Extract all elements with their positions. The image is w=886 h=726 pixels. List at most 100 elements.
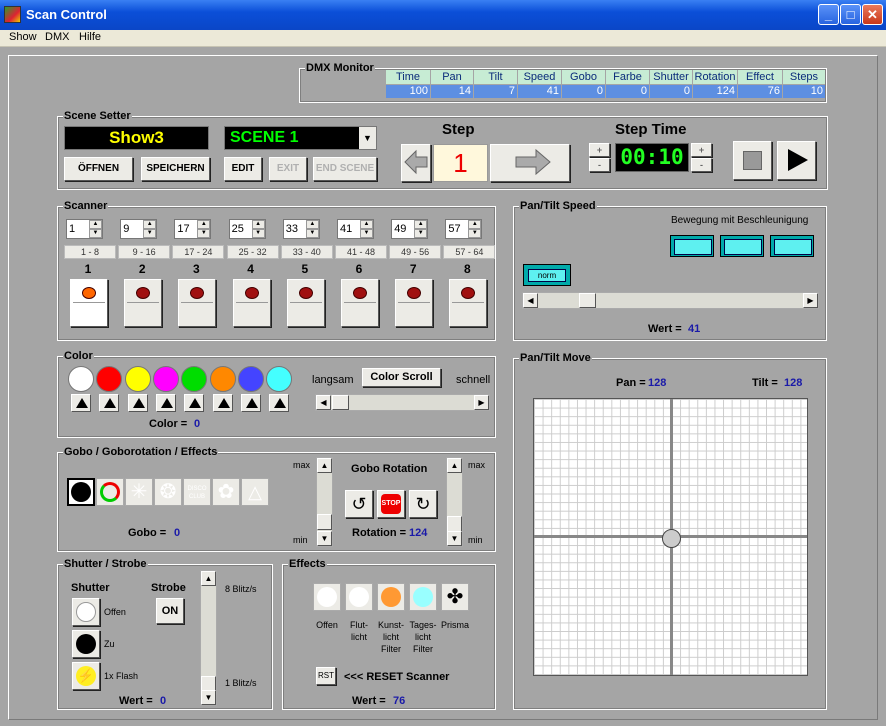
maximize-button[interactable]: □	[840, 4, 861, 25]
scroll-left-icon[interactable]: ◀	[316, 395, 331, 410]
color-triangle-button[interactable]	[212, 394, 233, 412]
scanner-channel-spinner[interactable]: 17 ▲ ▼	[174, 219, 212, 239]
step-prev-button[interactable]	[401, 144, 431, 182]
title-bar[interactable]: Scan Control _ □ ✕	[0, 0, 886, 30]
edit-button[interactable]: EDIT	[224, 157, 262, 181]
scanner-channel-spinner[interactable]: 41 ▲ ▼	[337, 219, 374, 239]
effect-prism-button[interactable]: ✤	[441, 583, 469, 611]
spin-up-icon[interactable]: ▲	[414, 220, 428, 229]
rotation-stop-button[interactable]: STOP	[377, 490, 405, 518]
chevron-down-icon[interactable]: ▼	[359, 127, 376, 149]
effect-open-button[interactable]	[313, 583, 341, 611]
step-next-button[interactable]	[490, 144, 570, 182]
spin-down-icon[interactable]: ▼	[143, 229, 157, 238]
gobo-swirl-icon[interactable]: ❂	[154, 478, 182, 506]
scanner-channel-spinner[interactable]: 33 ▲ ▼	[282, 219, 320, 239]
color-triangle-button[interactable]	[99, 394, 120, 412]
open-button[interactable]: ÖFFNEN	[64, 157, 133, 181]
spin-down-icon[interactable]: ▼	[468, 229, 482, 238]
gobo-disco-icon[interactable]: DISCO CLUB	[183, 478, 211, 506]
color-triangle-button[interactable]	[240, 394, 261, 412]
color-scroll-button[interactable]: Color Scroll	[362, 368, 441, 387]
scroll-left-icon[interactable]: ◀	[523, 293, 538, 308]
color-swatch[interactable]	[152, 366, 179, 392]
scanner-select-button[interactable]	[449, 279, 488, 327]
minimize-button[interactable]: _	[818, 4, 839, 25]
spin-up-icon[interactable]: ▲	[251, 220, 265, 229]
pan-tilt-grid[interactable]	[533, 398, 808, 676]
effect-floodlight-button[interactable]	[345, 583, 373, 611]
effect-artificial-light-button[interactable]	[377, 583, 405, 611]
stop-button[interactable]	[733, 141, 772, 180]
shutter-open-button[interactable]	[72, 598, 100, 626]
spin-down-icon[interactable]: ▼	[414, 229, 428, 238]
scene-select[interactable]: SCENE 1 ▼	[224, 126, 377, 150]
color-triangle-button[interactable]	[155, 394, 176, 412]
rotate-left-button[interactable]: ↺	[345, 490, 373, 518]
rotation-scrollbar[interactable]: ▲ ▼	[446, 457, 463, 547]
spin-up-icon[interactable]: ▲	[89, 220, 102, 229]
color-swatch[interactable]	[124, 366, 151, 392]
strobe-on-button[interactable]: ON	[156, 598, 184, 624]
gobo-open-icon[interactable]	[67, 478, 95, 506]
exit-button[interactable]: EXIT	[269, 157, 307, 181]
scanner-select-button[interactable]	[395, 279, 434, 327]
scroll-up-icon[interactable]: ▲	[201, 571, 216, 586]
spin-up-icon[interactable]: ▲	[468, 220, 482, 229]
scanner-channel-spinner[interactable]: 57 ▲ ▼	[445, 219, 483, 239]
scroll-right-icon[interactable]: ▶	[803, 293, 818, 308]
spin-up-icon[interactable]: ▲	[197, 220, 211, 229]
time-plus-right[interactable]: +	[691, 143, 712, 157]
scanner-select-button[interactable]	[70, 279, 108, 327]
pan-tilt-cursor[interactable]	[662, 528, 682, 548]
scroll-down-icon[interactable]: ▼	[317, 531, 332, 546]
accel-curve-1-button[interactable]	[670, 235, 714, 257]
color-triangle-button[interactable]	[184, 394, 205, 412]
spin-up-icon[interactable]: ▲	[143, 220, 157, 229]
gobo-flower-icon[interactable]: ✿	[212, 478, 240, 506]
spin-down-icon[interactable]: ▼	[305, 229, 319, 238]
color-triangle-button[interactable]	[71, 394, 91, 412]
gobo-triangle-icon[interactable]: △	[241, 478, 269, 506]
scroll-down-icon[interactable]: ▼	[201, 690, 216, 705]
scanner-channel-spinner[interactable]: 9 ▲ ▼	[120, 219, 158, 239]
strobe-scrollbar[interactable]: ▲ ▼	[200, 570, 217, 706]
scanner-select-button[interactable]	[286, 279, 325, 327]
scroll-thumb[interactable]	[447, 516, 462, 532]
reset-button[interactable]: RST	[316, 667, 336, 685]
gobo-color-wheel-icon[interactable]	[96, 478, 124, 506]
scroll-up-icon[interactable]: ▲	[447, 458, 462, 473]
end-scene-button[interactable]: END SCENE	[313, 157, 377, 181]
effect-daylight-button[interactable]	[409, 583, 437, 611]
scanner-channel-spinner[interactable]: 1 ▲ ▼	[66, 219, 103, 239]
menu-show[interactable]: Show	[9, 31, 37, 43]
save-button[interactable]: SPEICHERN	[141, 157, 210, 181]
menu-dmx[interactable]: DMX	[45, 31, 69, 43]
rotate-right-button[interactable]: ↻	[409, 490, 437, 518]
spin-up-icon[interactable]: ▲	[360, 220, 373, 229]
menu-hilfe[interactable]: Hilfe	[79, 31, 101, 43]
play-button[interactable]	[777, 141, 816, 180]
scanner-channel-spinner[interactable]: 25 ▲ ▼	[228, 219, 266, 239]
spin-down-icon[interactable]: ▼	[251, 229, 265, 238]
scroll-thumb[interactable]	[332, 395, 349, 410]
time-plus-left[interactable]: +	[589, 143, 610, 157]
time-minus-left[interactable]: -	[589, 158, 610, 172]
gobo-starburst-icon[interactable]: ✳	[125, 478, 153, 506]
accel-curve-3-button[interactable]	[770, 235, 814, 257]
color-swatch[interactable]	[68, 366, 94, 392]
scroll-right-icon[interactable]: ▶	[474, 395, 489, 410]
color-speed-scrollbar[interactable]: ◀ ▶	[315, 394, 490, 411]
time-minus-right[interactable]: -	[691, 158, 712, 172]
scroll-down-icon[interactable]: ▼	[447, 531, 462, 546]
spin-down-icon[interactable]: ▼	[360, 229, 373, 238]
scanner-select-button[interactable]	[178, 279, 217, 327]
scroll-thumb[interactable]	[317, 514, 332, 530]
norm-button[interactable]: norm	[523, 264, 571, 286]
speed-scrollbar[interactable]: ◀ ▶	[522, 292, 819, 309]
gobo-scrollbar[interactable]: ▲ ▼	[316, 457, 333, 547]
color-triangle-button[interactable]	[127, 394, 148, 412]
spin-up-icon[interactable]: ▲	[305, 220, 319, 229]
color-swatch[interactable]	[181, 366, 208, 392]
color-swatch[interactable]	[209, 366, 236, 392]
